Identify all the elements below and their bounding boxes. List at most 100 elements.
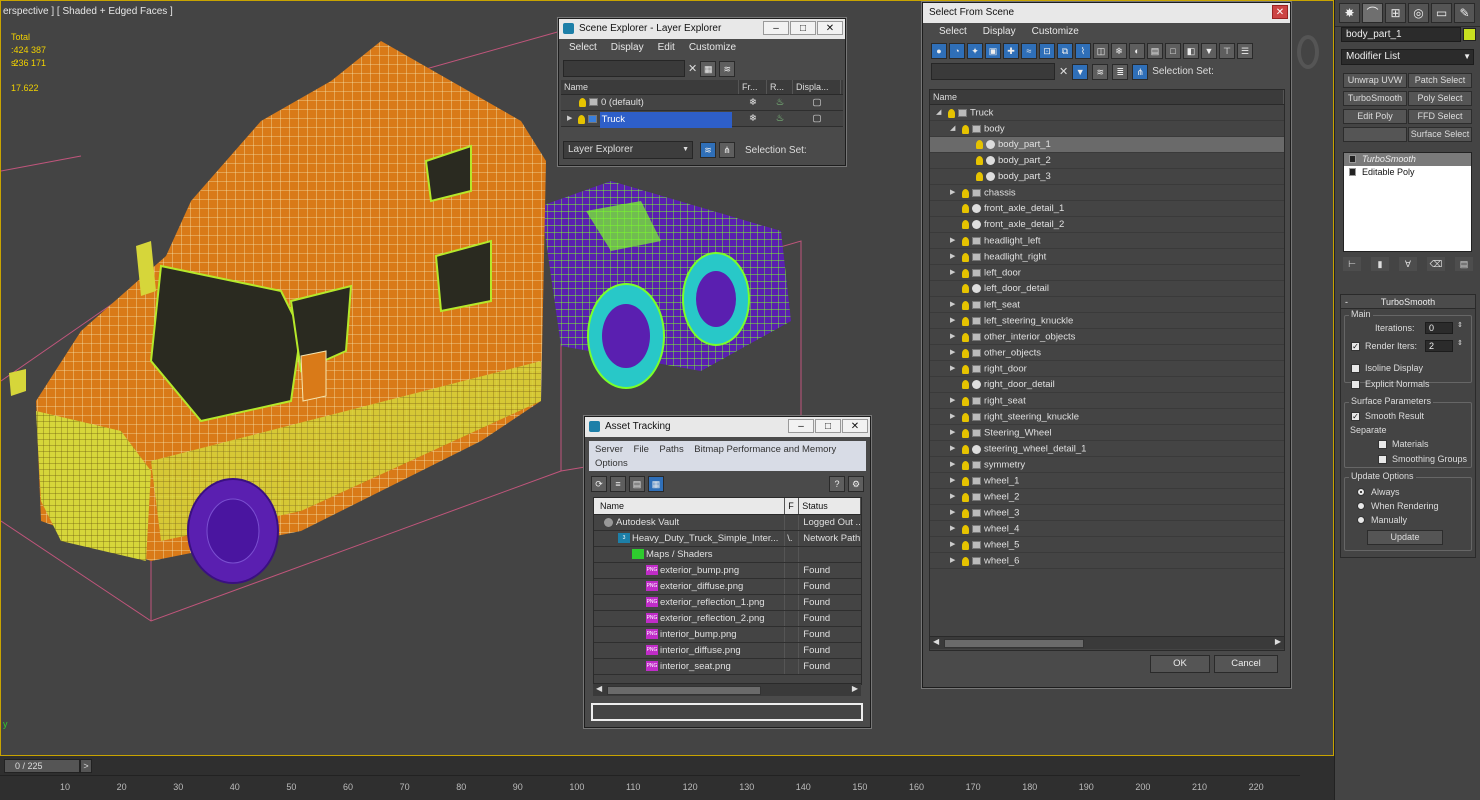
column-name[interactable]: Name <box>561 80 739 94</box>
menu-select[interactable]: Select <box>569 39 597 57</box>
menu-server[interactable]: Server <box>595 444 623 455</box>
hierarchy-icon[interactable]: ⋔ <box>1132 63 1149 80</box>
asset-row[interactable]: PNG interior_diffuse.png Found <box>594 643 861 659</box>
scene-tree-item[interactable]: ▶ right_door <box>930 361 1284 377</box>
create-tab-icon[interactable]: ✸ <box>1339 3 1360 23</box>
scene-tree-item[interactable]: front_axle_detail_1 <box>930 201 1284 217</box>
lightbulb-icon[interactable] <box>962 364 969 374</box>
layer-row[interactable]: ▶ Truck ❄ ♨ ▢ <box>561 111 843 128</box>
layers-icon[interactable]: ≋ <box>700 142 716 158</box>
close-icon[interactable]: ✕ <box>1272 5 1288 19</box>
lightbulb-icon[interactable] <box>962 188 969 198</box>
teapot-icon[interactable]: ♨ <box>767 95 793 110</box>
menu-options[interactable]: Options <box>595 458 628 469</box>
scene-tree-item[interactable]: ▶ left_door <box>930 265 1284 281</box>
remove-modifier-icon[interactable]: ⌫ <box>1427 257 1445 271</box>
expand-arrow-icon[interactable]: ▶ <box>950 393 958 409</box>
modifier-list-dropdown[interactable]: Modifier List ▼ <box>1341 49 1474 65</box>
asset-row[interactable]: Maps / Shaders <box>594 547 861 563</box>
expand-arrow-icon[interactable]: ▶ <box>950 313 958 329</box>
lightbulb-icon[interactable] <box>1349 155 1356 163</box>
expand-arrow-icon[interactable]: ▶ <box>950 297 958 313</box>
pin-stack-icon[interactable]: ⊢ <box>1343 257 1361 271</box>
frozen-filter-icon[interactable]: ❄ <box>1111 43 1127 59</box>
shape-filter-icon[interactable]: ◔ <box>949 43 965 59</box>
utilities-tab-icon[interactable]: ✎ <box>1454 3 1475 23</box>
explicit-normals-checkbox[interactable] <box>1351 380 1360 389</box>
lightbulb-icon[interactable] <box>579 97 586 107</box>
next-frame-button[interactable]: > <box>80 759 92 773</box>
lightbulb-icon[interactable] <box>962 540 969 550</box>
asset-row[interactable]: PNG exterior_diffuse.png Found <box>594 579 861 595</box>
smoothing-groups-checkbox[interactable] <box>1378 455 1387 464</box>
scene-tree-item[interactable]: ▶ wheel_3 <box>930 505 1284 521</box>
poly-select-button[interactable]: Poly Select <box>1408 91 1472 106</box>
display-none-icon[interactable]: □ <box>1165 43 1181 59</box>
scene-tree-item[interactable]: ▶ chassis <box>930 185 1284 201</box>
surface-select-button[interactable]: Surface Select <box>1408 127 1472 142</box>
lightbulb-icon[interactable] <box>962 332 969 342</box>
scene-tree-item[interactable]: ▶ left_steering_knuckle <box>930 313 1284 329</box>
expand-arrow-icon[interactable]: ▶ <box>950 329 958 345</box>
group-filter-icon[interactable]: ⊡ <box>1039 43 1055 59</box>
ok-button[interactable]: OK <box>1150 655 1210 673</box>
layer-row[interactable]: 0 (default) ❄ ♨ ▢ <box>561 95 843 111</box>
snowflake-icon[interactable]: ❄ <box>739 95 767 110</box>
column-name[interactable]: Name <box>594 498 786 514</box>
display-tab-icon[interactable]: ▭ <box>1431 3 1452 23</box>
find-icon[interactable]: ▦ <box>700 60 717 77</box>
table-view-icon[interactable]: ▦ <box>648 476 664 492</box>
snowflake-icon[interactable]: ❄ <box>739 111 767 126</box>
minimize-icon[interactable]: – <box>788 419 814 433</box>
iterations-spinner[interactable]: 0 <box>1425 322 1453 334</box>
settings-icon[interactable]: ⚙ <box>848 476 864 492</box>
spacewarp-filter-icon[interactable]: ≈ <box>1021 43 1037 59</box>
arrow-right-icon[interactable]: ▶ <box>1275 637 1281 646</box>
asset-row[interactable]: PNG exterior_reflection_1.png Found <box>594 595 861 611</box>
expand-arrow-icon[interactable]: ▶ <box>950 521 958 537</box>
invert-display-icon[interactable]: ◧ <box>1183 43 1199 59</box>
scene-tree-item[interactable]: ▶ wheel_6 <box>930 553 1284 569</box>
expand-arrow-icon[interactable]: ▶ <box>567 111 575 127</box>
patch-select-button[interactable]: Patch Select <box>1408 73 1472 88</box>
unwrap-uvw-button[interactable]: Unwrap UVW <box>1343 73 1407 88</box>
when-rendering-radio[interactable] <box>1357 502 1365 510</box>
modify-tab-icon[interactable]: ⌒ <box>1362 3 1383 23</box>
lightbulb-icon[interactable] <box>962 316 969 326</box>
ffd-select-button[interactable]: FFD Select <box>1408 109 1472 124</box>
expand-arrow-icon[interactable]: ▶ <box>950 361 958 377</box>
collapse-arrow-icon[interactable]: ◢ <box>936 105 944 121</box>
edit-poly-button[interactable]: Edit Poly <box>1343 109 1407 124</box>
scene-tree-item[interactable]: ▶ right_steering_knuckle <box>930 409 1284 425</box>
object-name-field[interactable]: body_part_1 <box>1341 27 1461 42</box>
expand-arrow-icon[interactable]: ▶ <box>950 409 958 425</box>
close-icon[interactable]: ✕ <box>817 21 843 35</box>
scene-tree-item[interactable]: ▶ headlight_left <box>930 233 1284 249</box>
scene-explorer-titlebar[interactable]: Scene Explorer - Layer Explorer – □ ✕ <box>559 19 845 39</box>
time-slider[interactable]: 0 / 225 <box>4 759 80 773</box>
expand-arrow-icon[interactable]: ▶ <box>950 425 958 441</box>
column-display[interactable]: Displa... <box>793 80 841 94</box>
expand-arrow-icon[interactable]: ▶ <box>950 553 958 569</box>
lightbulb-icon[interactable] <box>962 492 969 502</box>
lightbulb-icon[interactable] <box>962 203 969 213</box>
select-from-scene-titlebar[interactable]: Select From Scene ✕ <box>923 3 1290 23</box>
column-status[interactable]: Status <box>799 498 861 514</box>
asset-row[interactable]: 3 Heavy_Duty_Truck_Simple_Inter... \. Netwo… <box>594 531 861 547</box>
scene-tree-item[interactable]: ▶ other_interior_objects <box>930 329 1284 345</box>
render-iters-checkbox[interactable]: ✓ <box>1351 342 1360 351</box>
expand-arrow-icon[interactable]: ▶ <box>950 505 958 521</box>
lightbulb-icon[interactable] <box>976 171 983 181</box>
smooth-result-checkbox[interactable]: ✓ <box>1351 412 1360 421</box>
turbosmooth-button[interactable]: TurboSmooth <box>1343 91 1407 106</box>
menu-bitmap-performance[interactable]: Bitmap Performance and Memory <box>694 444 836 455</box>
expand-arrow-icon[interactable]: ▶ <box>950 489 958 505</box>
lightbulb-icon[interactable] <box>962 412 969 422</box>
scene-tree-item[interactable]: ▶ steering_wheel_detail_1 <box>930 441 1284 457</box>
spinner-arrows-icon[interactable]: ⇕ <box>1457 321 1463 329</box>
scene-tree-item[interactable]: ▶ headlight_right <box>930 249 1284 265</box>
object-color-swatch[interactable] <box>1463 28 1476 41</box>
expand-arrow-icon[interactable]: ▶ <box>950 345 958 361</box>
funnel-icon[interactable]: ▼ <box>1201 43 1217 59</box>
help-icon[interactable]: ? <box>829 476 845 492</box>
